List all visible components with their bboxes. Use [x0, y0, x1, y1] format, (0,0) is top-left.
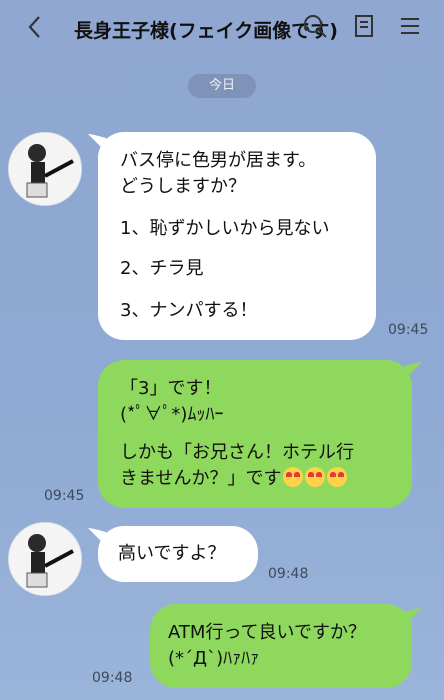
message-line: 高いですよ？: [118, 543, 226, 564]
message-bubble-4[interactable]: ATM行って良いですか？ (*´Д`)ﾊｧﾊｧ: [150, 604, 412, 688]
heart-eyes-emoji: [283, 467, 304, 487]
avatar-image: [9, 523, 81, 595]
date-separator: 今日: [188, 74, 256, 98]
avatar[interactable]: [8, 132, 82, 206]
heart-eyes-emoji: [327, 467, 348, 487]
message-bubble-3[interactable]: 高いですよ？: [98, 526, 258, 582]
message-time: 09:45: [44, 488, 85, 504]
message-text: きませんか？」です: [120, 468, 282, 489]
message-time: 09:48: [268, 566, 309, 582]
message-line: 3、ナンパする！: [120, 300, 258, 321]
message-line: きませんか？」です: [120, 466, 348, 492]
search-icon[interactable]: [301, 12, 329, 40]
back-icon[interactable]: [20, 12, 50, 42]
message-bubble-1[interactable]: バス停に色男が居ます。 どうしますか？ 1、恥ずかしいから見ない 2、チラ見 3…: [98, 132, 376, 340]
menu-icon[interactable]: [396, 12, 424, 40]
chat-title: 長身王子様(フェイク画像です): [74, 20, 338, 42]
message-line: どうしますか？: [120, 176, 246, 197]
avatar[interactable]: [8, 522, 82, 596]
message-line: バス停に色男が居ます。: [120, 150, 317, 171]
avatar-image: [9, 133, 81, 205]
message-time: 09:45: [388, 322, 429, 338]
message-line: 1、恥ずかしいから見ない: [120, 218, 330, 239]
message-line: ATM行って良いですか？: [168, 622, 367, 643]
message-line: 「3」です！: [120, 378, 222, 399]
message-line: しかも「お兄さん！ホテル行: [120, 442, 354, 463]
message-line: (*´Д`)ﾊｧﾊｧ: [168, 648, 260, 669]
message-line: (*ﾟ∀ﾟ*)ﾑｯﾊｰ: [120, 404, 224, 425]
heart-eyes-emoji: [305, 467, 326, 487]
chat-header: 長身王子様(フェイク画像です): [0, 0, 444, 62]
notes-icon[interactable]: [350, 12, 378, 40]
message-time: 09:48: [92, 670, 133, 686]
message-line: 2、チラ見: [120, 258, 204, 279]
message-bubble-2[interactable]: 「3」です！ (*ﾟ∀ﾟ*)ﾑｯﾊｰ しかも「お兄さん！ホテル行 きませんか？」…: [98, 360, 412, 508]
